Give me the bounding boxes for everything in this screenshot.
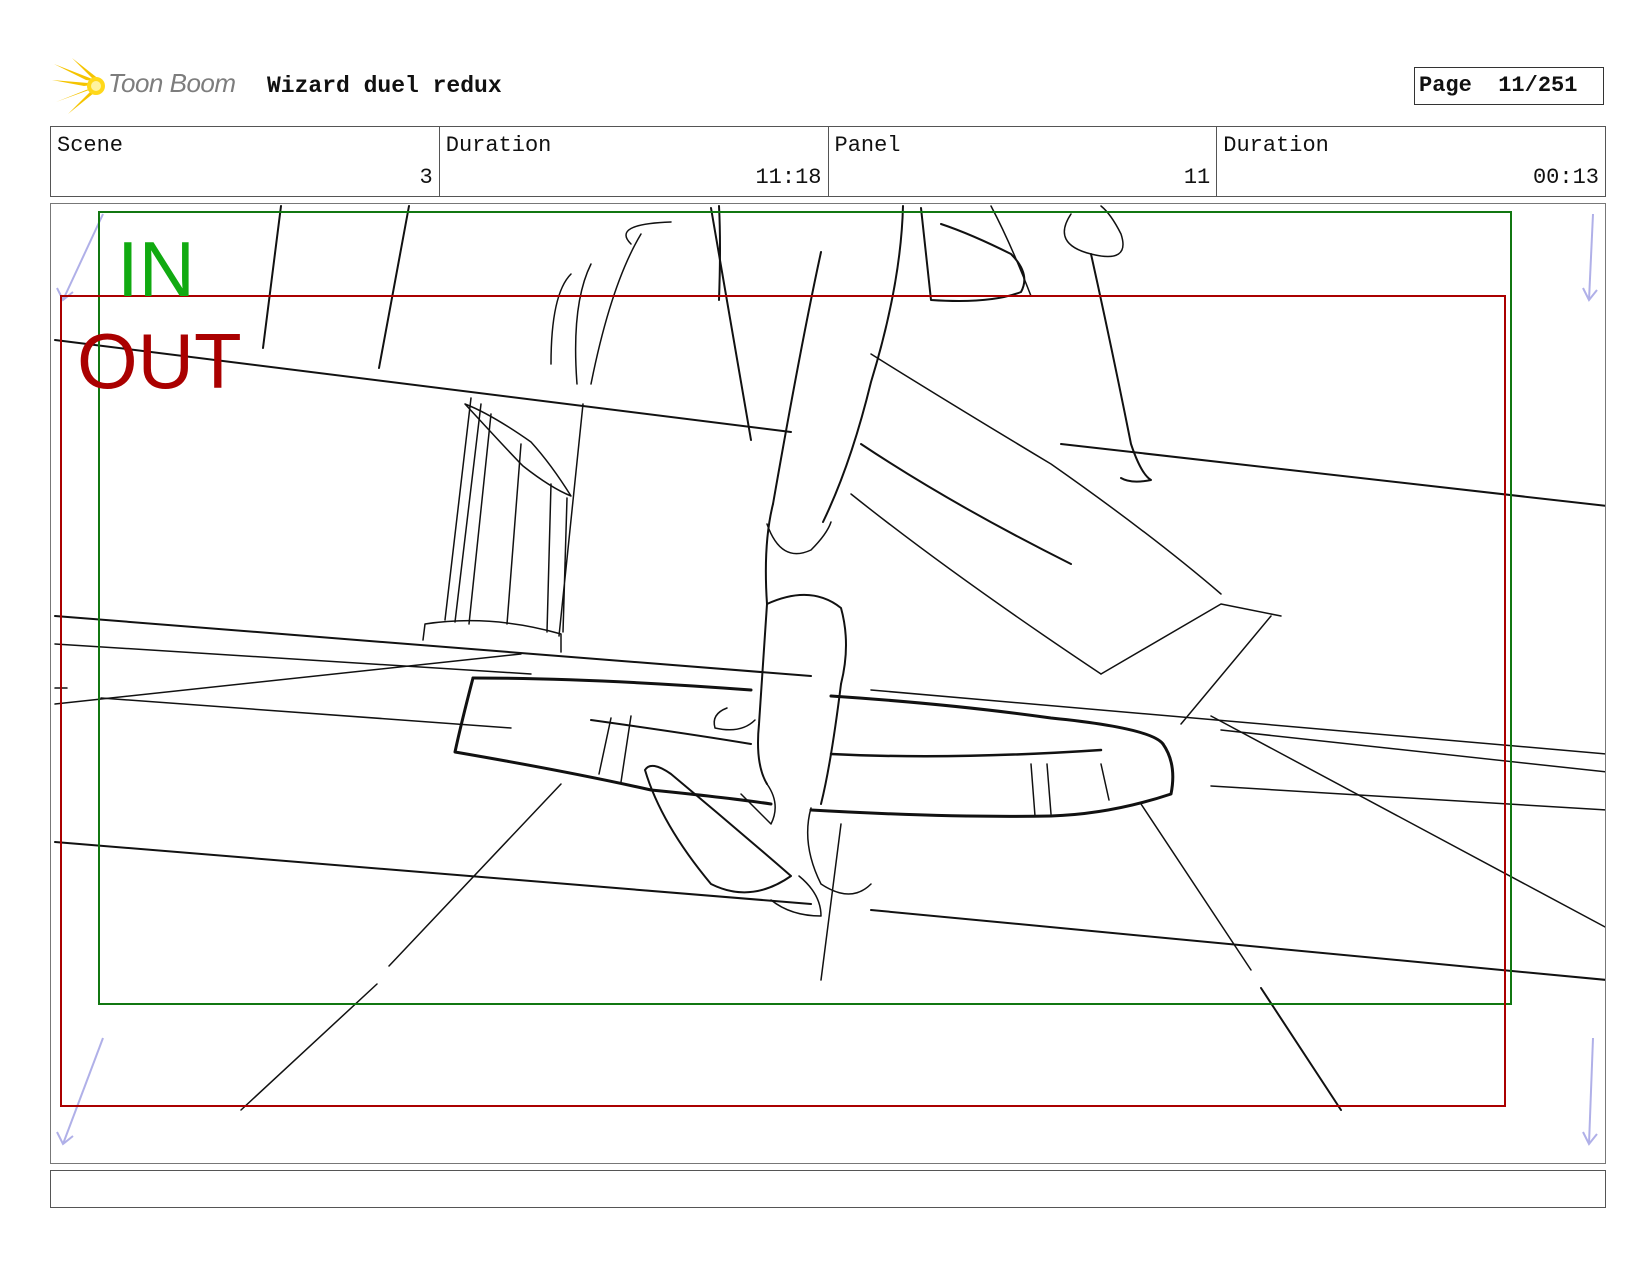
storyboard-panel: IN OUT — [50, 203, 1606, 1164]
panel-info-row: Scene 3 Duration 11:18 Panel 11 Duration… — [50, 126, 1606, 197]
brand-name: Toon Boom — [108, 68, 236, 98]
scene-duration-cell: Duration 11:18 — [440, 127, 829, 196]
out-frame — [60, 295, 1506, 1107]
scene-value: 3 — [419, 165, 433, 190]
page-label: Page — [1419, 73, 1472, 98]
scene-duration-value: 11:18 — [755, 165, 822, 190]
out-label: OUT — [77, 317, 242, 405]
scene-duration-label: Duration — [445, 133, 552, 158]
panel-cell: Panel 11 — [829, 127, 1218, 196]
sketch-drawing — [54, 205, 1605, 1146]
panel-value: 11 — [1183, 165, 1211, 190]
storyboard-title: Wizard duel redux — [267, 73, 502, 99]
panel-duration-label: Duration — [1223, 133, 1329, 158]
page-value: 11/251 — [1498, 73, 1578, 98]
scene-label: Scene — [57, 133, 124, 158]
caption-box — [50, 1170, 1606, 1208]
scene-cell: Scene 3 — [51, 127, 440, 196]
panel-duration-value: 00:13 — [1532, 165, 1599, 190]
in-label: IN — [117, 225, 195, 313]
panel-duration-cell: Duration 00:13 — [1217, 127, 1605, 196]
page-indicator: Page 11/251 — [1414, 67, 1604, 105]
panel-label: Panel — [834, 133, 901, 158]
pencil-sketch — [54, 205, 1605, 1111]
